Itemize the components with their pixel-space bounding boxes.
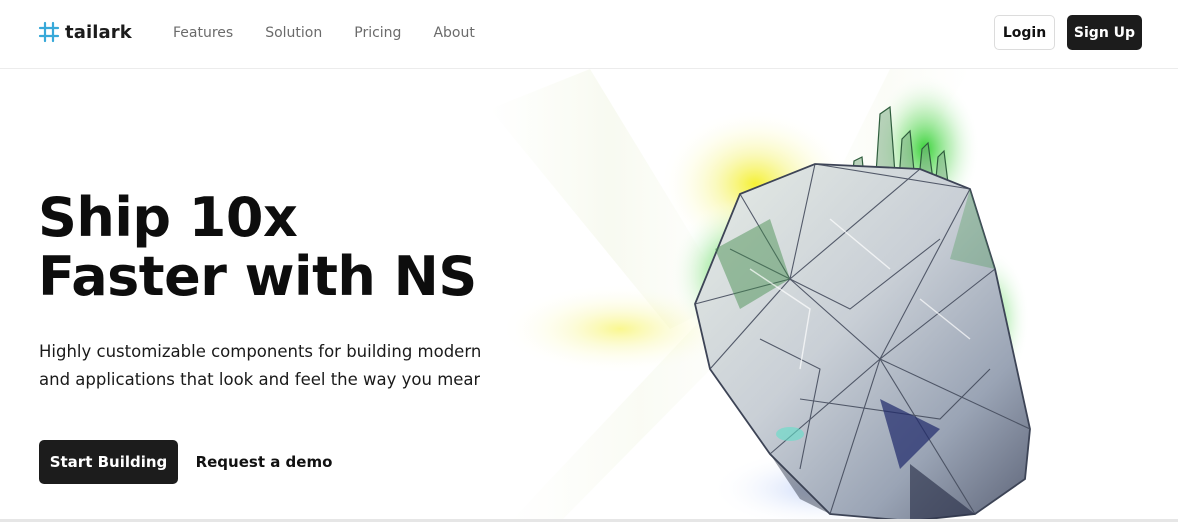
main-nav: Features Solution Pricing About [173,24,507,42]
hero-title-line-2: Faster with NS [38,245,477,308]
signup-button[interactable]: Sign Up [1067,15,1142,50]
brand-logo[interactable]: tailark [38,21,132,43]
hero-title-line-1: Ship 10x [38,186,298,249]
nav-link-solution[interactable]: Solution [265,24,322,42]
start-building-button[interactable]: Start Building [39,440,178,484]
nav-link-pricing[interactable]: Pricing [354,24,401,42]
hero-subtitle-line-2: and applications that look and feel the … [39,370,480,389]
hash-grid-icon [38,21,60,43]
hero-subtitle-line-1: Highly customizable components for build… [39,342,480,361]
site-header: tailark Features Solution Pricing About … [0,0,1178,69]
nav-link-about[interactable]: About [433,24,474,42]
login-button[interactable]: Login [994,15,1055,50]
glass-crystal-illustration [490,69,1031,522]
nav-link-features[interactable]: Features [173,24,233,42]
request-demo-button[interactable]: Request a demo [192,440,336,484]
brand-name: tailark [65,21,132,43]
hero-subtitle: Highly customizable components for build… [39,338,480,398]
hero-title: Ship 10x Faster with NS [38,188,477,306]
